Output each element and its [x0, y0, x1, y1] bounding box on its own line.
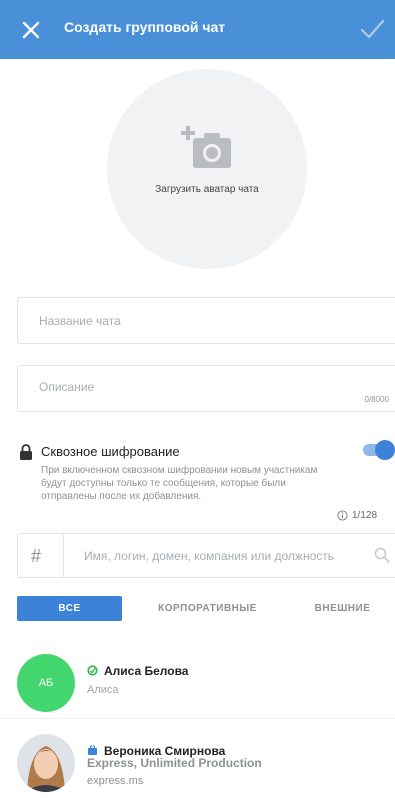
corporate-badge-icon	[88, 745, 97, 755]
member-counter-value: 1/128	[352, 510, 378, 521]
info-icon[interactable]	[337, 510, 348, 521]
encryption-description: При включенном сквозном шифровании новым…	[41, 465, 318, 502]
description-input[interactable]	[39, 380, 369, 396]
page-title: Создать групповой чат	[64, 19, 226, 35]
hash-icon: #	[31, 546, 42, 566]
add-photo-camera-icon	[181, 126, 231, 168]
close-icon[interactable]	[18, 17, 44, 43]
contact-list-item[interactable]: АБ Алиса Белова Алиса	[0, 648, 395, 719]
chat-name-input[interactable]	[39, 314, 369, 328]
encryption-section: Сквозное шифрование При включенном сквоз…	[0, 440, 395, 510]
contact-name: Алиса Белова	[104, 664, 189, 678]
confirm-check-icon[interactable]	[357, 14, 387, 44]
avatar	[17, 734, 75, 792]
description-field[interactable]: 0/8000	[17, 365, 395, 412]
tab-external[interactable]: ВНЕШНИЕ	[300, 596, 385, 621]
description-char-counter: 0/8000	[364, 395, 389, 404]
toggle-knob	[375, 440, 395, 460]
encryption-label: Сквозное шифрование	[41, 444, 180, 459]
tab-corporate[interactable]: КОРПОРАТИВНЫЕ	[140, 596, 275, 621]
member-counter: 1/128	[337, 510, 377, 521]
avatar-upload-button[interactable]: Загрузить аватар чата	[107, 69, 307, 269]
member-search-input[interactable]	[82, 548, 376, 564]
avatar: АБ	[17, 654, 75, 712]
top-bar: Создать групповой чат	[0, 0, 395, 59]
online-status-icon	[87, 665, 98, 676]
contact-list-item[interactable]: Вероника Смирнова Express, Unlimited Pro…	[0, 728, 395, 798]
chat-name-field[interactable]	[17, 297, 395, 344]
member-search-bar: #	[17, 533, 395, 578]
encryption-toggle[interactable]	[363, 440, 395, 460]
search-icon	[374, 547, 390, 563]
lock-icon	[20, 444, 32, 460]
contact-username: Алиса	[87, 684, 119, 696]
tab-all[interactable]: ВСЕ	[17, 596, 122, 621]
search-divider	[63, 534, 64, 577]
avatar-upload-label: Загрузить аватар чата	[155, 184, 259, 195]
contact-company: Express, Unlimited Production	[87, 756, 262, 770]
contact-domain: express.ms	[87, 775, 144, 787]
